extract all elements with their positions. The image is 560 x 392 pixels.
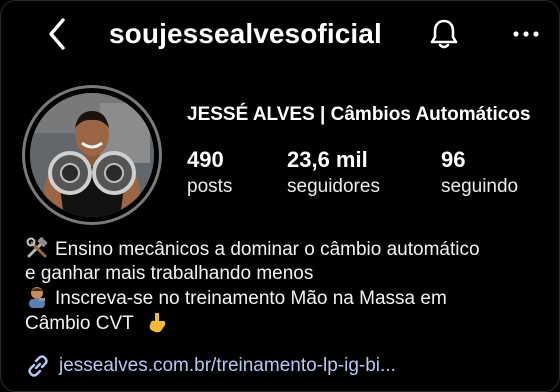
tools-icon — [26, 237, 48, 258]
bio-line-2: e ganhar mais trabalhando menos — [25, 263, 314, 284]
mechanic-icon — [29, 287, 45, 308]
notifications-button[interactable] — [427, 17, 461, 51]
profile-link-text[interactable]: jessealves.com.br/treinamento-lp-ig-bi..… — [59, 355, 396, 376]
bio-text-3: Inscreva-se no treinamento Mão na Massa … — [55, 288, 447, 309]
followers-stat[interactable]: 23,6 mil seguidores — [287, 146, 380, 200]
top-bar: soujessealvesoficial — [1, 1, 559, 67]
posts-stat[interactable]: 490 posts — [187, 146, 232, 200]
bio-text-1: Ensino mecânicos a dominar o câmbio auto… — [55, 239, 480, 260]
bio-text-4: Câmbio CVT — [25, 313, 134, 334]
bio-line-1: Ensino mecânicos a dominar o câmbio auto… — [25, 237, 545, 262]
followers-count: 23,6 mil — [287, 147, 368, 172]
following-stat[interactable]: 96 seguindo — [441, 146, 518, 200]
profile-bio: Ensino mecânicos a dominar o câmbio auto… — [25, 237, 545, 336]
chevron-left-icon — [49, 18, 65, 50]
bell-icon — [430, 19, 458, 49]
bio-line-4: Câmbio CVT — [25, 311, 545, 336]
more-options-button[interactable] — [509, 21, 543, 47]
back-button[interactable] — [43, 15, 73, 53]
following-label: seguindo — [441, 176, 519, 197]
avatar-ring[interactable] — [22, 85, 162, 225]
more-horizontal-icon — [513, 31, 539, 37]
profile-link[interactable]: jessealves.com.br/treinamento-lp-ig-bi..… — [25, 353, 396, 381]
pointing-down-icon — [149, 313, 166, 333]
profile-username: soujessealvesoficial — [109, 18, 382, 49]
posts-count: 490 — [187, 147, 224, 172]
followers-label: seguidores — [287, 176, 380, 197]
posts-label: posts — [187, 176, 233, 197]
avatar — [30, 93, 154, 217]
profile-screen: soujessealvesoficial JESSÉ ALVES | Câmbi… — [0, 0, 560, 392]
profile-full-name: JESSÉ ALVES | Câmbios Automáticos — [187, 104, 531, 125]
link-icon — [28, 355, 48, 377]
bio-line-3: Inscreva-se no treinamento Mão na Massa … — [25, 286, 545, 311]
profile-photo — [30, 93, 154, 217]
following-count: 96 — [441, 147, 466, 172]
